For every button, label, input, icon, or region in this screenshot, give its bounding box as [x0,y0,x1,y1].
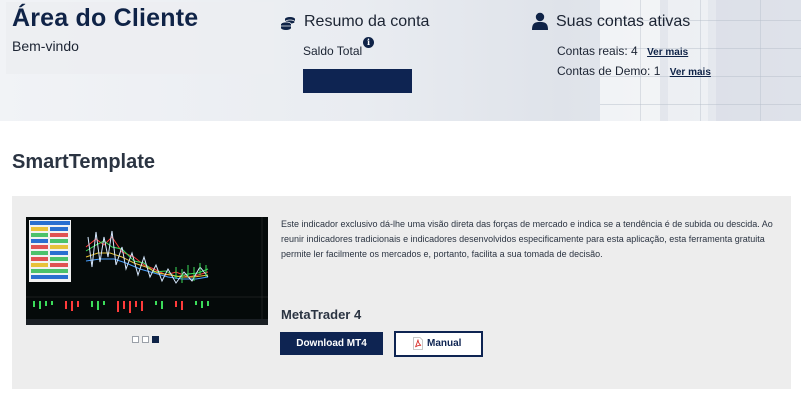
info-icon[interactable]: i [363,37,374,48]
total-balance-label: Saldo Total [303,44,363,58]
demo-accounts-count: Contas de Demo: 1 [557,64,661,78]
demo-accounts-see-more-link[interactable]: Ver mais [670,67,711,78]
total-balance-value [303,69,412,93]
client-area-header: Área do Cliente Bem-vindo Resumo da cont… [0,0,801,121]
page-title: Área do Cliente [12,4,199,32]
real-accounts-count: Contas reais: 4 [557,44,638,58]
product-screenshot[interactable] [26,217,268,325]
product-card: Este indicador exclusivo dá-lhe uma visã… [12,196,791,389]
platform-name: MetaTrader 4 [281,307,362,322]
coins-icon [280,17,296,30]
manual-button[interactable]: Manual [394,331,483,357]
product-title: SmartTemplate [12,151,156,173]
download-mt4-button[interactable]: Download MT4 [280,332,383,355]
manual-button-label: Manual [427,338,462,349]
demo-accounts-row: Contas de Demo: 1 Ver mais [557,64,711,78]
carousel-dot[interactable] [132,336,139,343]
account-summary-title: Resumo da conta [304,13,430,30]
welcome-text: Bem-vindo [12,38,79,54]
carousel-indicators [132,336,162,344]
product-description: Este indicador exclusivo dá-lhe uma visã… [281,219,773,259]
background-building [716,0,801,121]
active-accounts-title: Suas contas ativas [556,13,691,30]
carousel-dot[interactable] [142,336,149,343]
background-line [760,0,761,121]
pdf-icon [413,337,423,350]
background-line [700,0,701,121]
real-accounts-row: Contas reais: 4 Ver mais [557,44,688,58]
real-accounts-see-more-link[interactable]: Ver mais [647,47,688,58]
user-icon [532,12,548,30]
trading-chart-image [26,217,268,325]
carousel-dot-active[interactable] [152,336,159,343]
